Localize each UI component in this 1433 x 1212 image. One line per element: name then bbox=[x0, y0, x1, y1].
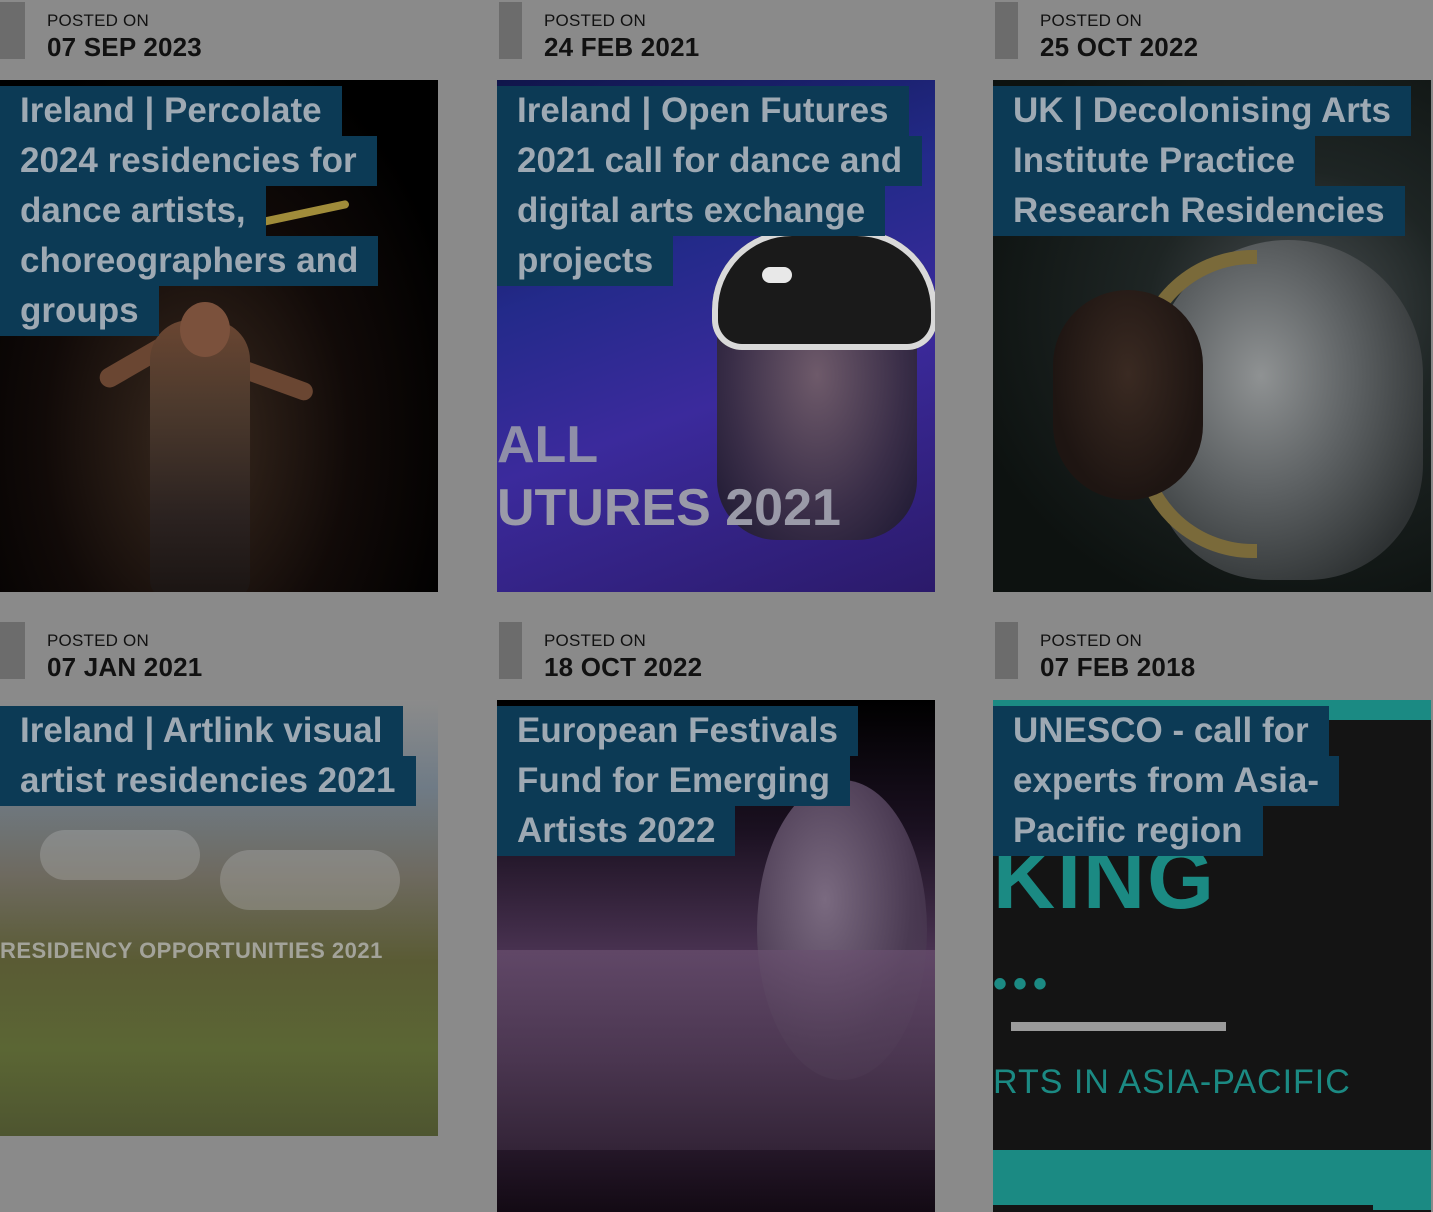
title-line[interactable]: Fund for Emerging bbox=[497, 756, 851, 806]
posted-on-label: POSTED ON bbox=[47, 11, 149, 30]
cloud-image bbox=[40, 830, 200, 880]
title-line[interactable]: 2021 call for dance and bbox=[497, 136, 923, 186]
post-card[interactable]: POSTED ON 07 JAN 2021 RESIDENCY OPPORTUN… bbox=[0, 620, 438, 1136]
meta-accent-bar bbox=[0, 622, 25, 679]
post-card[interactable]: POSTED ON 18 OCT 2022 European Festivals… bbox=[497, 620, 935, 1212]
title-line[interactable]: Ireland | Artlink visual bbox=[0, 706, 403, 756]
title-line[interactable]: experts from Asia- bbox=[993, 756, 1340, 806]
post-title[interactable]: UK | Decolonising Arts Institute Practic… bbox=[993, 86, 1431, 236]
face-image bbox=[1053, 290, 1203, 500]
post-date: 07 JAN 2021 bbox=[47, 652, 203, 682]
post-date: 07 FEB 2018 bbox=[1040, 652, 1196, 682]
divider-image bbox=[1011, 1022, 1226, 1031]
post-card[interactable]: POSTED ON 07 SEP 2023 Ireland | Percolat… bbox=[0, 0, 438, 592]
title-line[interactable]: Pacific region bbox=[993, 806, 1263, 856]
post-date: 25 OCT 2022 bbox=[1040, 32, 1199, 62]
title-line[interactable]: projects bbox=[497, 236, 674, 286]
title-line[interactable]: 2024 residencies for bbox=[0, 136, 377, 186]
title-line[interactable]: Artists 2022 bbox=[497, 806, 736, 856]
title-line[interactable]: Ireland | Open Futures bbox=[497, 86, 909, 136]
title-line[interactable]: groups bbox=[0, 286, 159, 336]
light-beam-image bbox=[497, 950, 935, 1150]
title-line[interactable]: European Festivals bbox=[497, 706, 858, 756]
post-card[interactable]: POSTED ON 24 FEB 2021 ALL UTURES 2021 Ir… bbox=[497, 0, 935, 592]
title-line[interactable]: choreographers and bbox=[0, 236, 379, 286]
title-line[interactable]: digital arts exchange bbox=[497, 186, 886, 236]
title-line[interactable]: artist residencies 2021 bbox=[0, 756, 416, 806]
title-line[interactable]: Institute Practice bbox=[993, 136, 1316, 186]
post-date: 18 OCT 2022 bbox=[544, 652, 703, 682]
title-line[interactable]: Research Residencies bbox=[993, 186, 1405, 236]
post-card[interactable]: POSTED ON 07 FEB 2018 KING ••• RTS IN AS… bbox=[993, 620, 1431, 1212]
post-meta: POSTED ON 18 OCT 2022 bbox=[497, 620, 935, 700]
post-meta: POSTED ON 24 FEB 2021 bbox=[497, 0, 935, 80]
meta-accent-bar bbox=[995, 622, 1018, 679]
meta-accent-bar bbox=[995, 2, 1018, 59]
post-title[interactable]: European Festivals Fund for Emerging Art… bbox=[497, 706, 935, 856]
image-caption-text: RTS IN ASIA-PACIFIC bbox=[993, 1063, 1351, 1101]
posted-on-label: POSTED ON bbox=[1040, 631, 1142, 650]
posted-on-label: POSTED ON bbox=[1040, 11, 1142, 30]
post-title[interactable]: Ireland | Open Futures 2021 call for dan… bbox=[497, 86, 935, 286]
post-title[interactable]: Ireland | Percolate 2024 residencies for… bbox=[0, 86, 438, 336]
post-date: 24 FEB 2021 bbox=[544, 32, 700, 62]
post-card[interactable]: POSTED ON 25 OCT 2022 UK | Decolonising … bbox=[993, 0, 1431, 592]
title-line[interactable]: UNESCO - call for bbox=[993, 706, 1329, 756]
posted-on-label: POSTED ON bbox=[544, 11, 646, 30]
post-meta: POSTED ON 07 FEB 2018 bbox=[993, 620, 1431, 700]
post-meta: POSTED ON 07 JAN 2021 bbox=[0, 620, 438, 700]
title-line[interactable]: UK | Decolonising Arts bbox=[993, 86, 1411, 136]
post-title[interactable]: UNESCO - call for experts from Asia- Pac… bbox=[993, 706, 1431, 856]
image-caption-text: ALL bbox=[497, 416, 599, 474]
post-title[interactable]: Ireland | Artlink visual artist residenc… bbox=[0, 706, 438, 806]
teal-band-image bbox=[993, 1150, 1431, 1210]
cloud-image bbox=[220, 850, 400, 910]
meta-accent-bar bbox=[499, 622, 522, 679]
meta-accent-bar bbox=[499, 2, 522, 59]
post-meta: POSTED ON 25 OCT 2022 bbox=[993, 0, 1431, 80]
posts-grid: POSTED ON 07 SEP 2023 Ireland | Percolat… bbox=[0, 0, 1433, 1212]
posted-on-label: POSTED ON bbox=[544, 631, 646, 650]
image-caption-text: RESIDENCY OPPORTUNITIES 2021 bbox=[0, 938, 383, 963]
post-meta: POSTED ON 07 SEP 2023 bbox=[0, 0, 438, 80]
image-caption-text: UTURES 2021 bbox=[497, 479, 841, 537]
dancer-image bbox=[150, 320, 250, 592]
posted-on-label: POSTED ON bbox=[47, 631, 149, 650]
title-line[interactable]: Ireland | Percolate bbox=[0, 86, 342, 136]
title-line[interactable]: dance artists, bbox=[0, 186, 266, 236]
meta-accent-bar bbox=[0, 2, 25, 59]
dark-band-image bbox=[993, 1205, 1373, 1212]
post-date: 07 SEP 2023 bbox=[47, 32, 202, 62]
image-caption-text: ••• bbox=[993, 962, 1054, 1006]
